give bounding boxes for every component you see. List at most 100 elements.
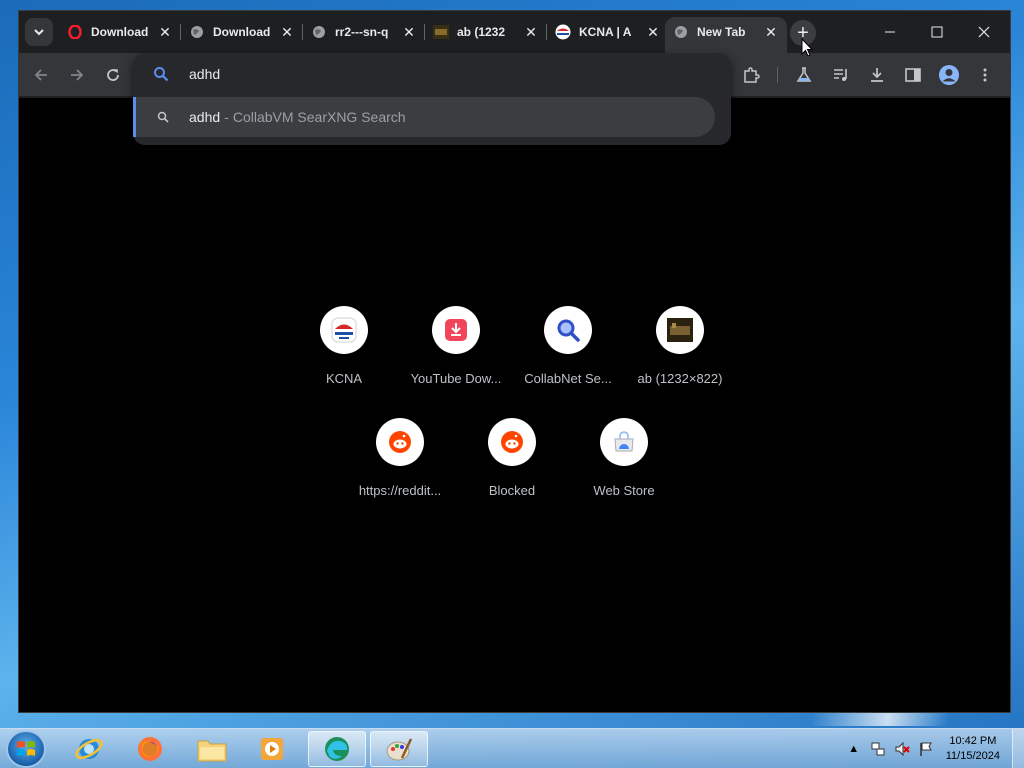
search-icon — [133, 66, 189, 82]
downloads-button[interactable] — [865, 63, 889, 87]
minimize-button[interactable] — [867, 21, 913, 43]
shortcut-youtube-downloader[interactable]: YouTube Dow... — [400, 302, 512, 402]
shortcut-ab-image[interactable]: ab (1232×822) — [624, 302, 736, 402]
shortcut-label: CollabNet Se... — [524, 371, 612, 386]
taskbar-clock[interactable]: 10:42 PM 11/15/2024 — [946, 734, 1000, 764]
side-panel-button[interactable] — [901, 63, 925, 87]
shortcut-collabnet-search[interactable]: CollabNet Se... — [512, 302, 624, 402]
media-player-icon — [261, 738, 283, 760]
download-icon — [871, 68, 883, 82]
chevron-down-icon — [34, 29, 44, 36]
tab-title: Download — [213, 25, 271, 39]
reload-icon — [107, 69, 119, 81]
download-icon — [445, 319, 467, 341]
shortcut-reddit[interactable]: https://reddit... — [344, 414, 456, 514]
tab-rr2[interactable]: rr2---sn-q ✕ — [303, 17, 425, 47]
tab-download-1[interactable]: Download ✕ — [59, 17, 181, 47]
menu-button[interactable] — [973, 63, 997, 87]
taskbar: ▲ 10:42 PM 11/15/2024 — [0, 728, 1024, 768]
omnibox-dropdown: adhd adhd - CollabVM SearXNG Search — [133, 53, 731, 145]
avatar-icon — [939, 65, 959, 85]
shortcut-label: YouTube Dow... — [410, 371, 502, 386]
start-button[interactable] — [6, 730, 46, 768]
tab-new-tab[interactable]: New Tab ✕ — [665, 17, 787, 53]
volume-muted-icon[interactable] — [893, 740, 911, 758]
shortcut-icon-wrapper — [432, 306, 480, 354]
action-center-flag-icon[interactable] — [917, 740, 935, 758]
close-icon[interactable]: ✕ — [279, 24, 295, 41]
shortcut-label: KCNA — [325, 371, 363, 386]
tab-download-2[interactable]: Download ✕ — [181, 17, 303, 47]
tab-kcna[interactable]: KCNA | A ✕ — [547, 17, 669, 47]
suggestion-query: adhd — [189, 109, 221, 125]
taskbar-internet-explorer[interactable] — [60, 731, 118, 767]
labs-button[interactable] — [792, 63, 816, 87]
search-icon — [557, 319, 580, 342]
taskbar-media-player[interactable] — [243, 731, 301, 767]
shortcut-blocked[interactable]: Blocked — [456, 414, 568, 514]
reddit-icon — [389, 431, 411, 453]
back-button[interactable] — [29, 63, 53, 87]
shortcut-kcna[interactable]: KCNA — [288, 302, 400, 402]
firefox-icon — [138, 737, 162, 761]
close-icon[interactable]: ✕ — [401, 24, 417, 41]
media-control-button[interactable] — [829, 63, 853, 87]
arrow-right-icon — [71, 69, 84, 81]
shortcut-label: https://reddit... — [358, 483, 442, 498]
profile-button[interactable] — [937, 63, 961, 87]
taskbar-paint[interactable] — [370, 731, 428, 767]
globe-icon — [673, 24, 689, 40]
omnibox-suggestion[interactable]: adhd - CollabVM SearXNG Search — [133, 97, 715, 137]
suggestion-engine: CollabVM SearXNG Search — [232, 109, 406, 125]
shortcut-icon-wrapper — [488, 418, 536, 466]
paint-icon — [386, 738, 413, 761]
extensions-button[interactable] — [739, 63, 763, 87]
search-icon — [136, 111, 189, 123]
shortcut-icon-wrapper — [544, 306, 592, 354]
network-icon[interactable] — [869, 740, 887, 758]
omnibox-input[interactable]: adhd — [189, 66, 220, 82]
globe-icon — [311, 24, 327, 40]
file-explorer-icon — [197, 740, 227, 762]
close-icon[interactable]: ✕ — [157, 24, 173, 41]
shortcut-icon-wrapper — [656, 306, 704, 354]
close-window-button[interactable] — [961, 21, 1007, 43]
music-queue-icon — [834, 69, 847, 81]
reddit-icon — [501, 431, 523, 453]
taskbar-firefox[interactable] — [121, 731, 179, 767]
internet-explorer-icon — [75, 739, 103, 759]
toolbar-divider — [777, 67, 778, 83]
tab-search-button[interactable] — [25, 18, 53, 46]
flask-icon — [796, 67, 812, 82]
arrow-left-icon — [34, 69, 47, 81]
taskbar-file-explorer[interactable] — [183, 731, 241, 767]
new-tab-page: KCNA YouTube Dow... CollabNet Se... ab (… — [19, 98, 1010, 712]
show-hidden-icons-button[interactable]: ▲ — [845, 740, 863, 758]
kcna-icon — [555, 24, 571, 40]
tab-title: Download — [91, 25, 149, 39]
tab-ab-image[interactable]: ab (1232 ✕ — [425, 17, 547, 47]
close-icon — [978, 26, 990, 38]
shortcut-web-store[interactable]: Web Store — [568, 414, 680, 514]
suggestion-separator: - — [224, 109, 229, 125]
mouse-cursor-icon — [801, 38, 813, 57]
reload-button[interactable] — [101, 63, 125, 87]
shortcut-label: ab (1232×822) — [637, 371, 723, 386]
edge-icon — [325, 737, 349, 761]
forward-button[interactable] — [65, 63, 89, 87]
close-icon[interactable]: ✕ — [523, 24, 539, 41]
clock-date: 11/15/2024 — [945, 750, 1000, 762]
tab-title: New Tab — [697, 25, 746, 39]
opera-icon — [67, 24, 83, 40]
close-icon[interactable]: ✕ — [645, 24, 661, 41]
tab-strip: Download ✕ Download ✕ rr2---sn-q ✕ ab (1… — [19, 11, 1010, 53]
tab-title: ab (1232 — [457, 25, 506, 39]
puzzle-icon — [744, 67, 760, 83]
kcna-icon — [331, 317, 357, 343]
maximize-button[interactable] — [914, 21, 960, 43]
omnibox-input-row[interactable]: adhd — [133, 53, 731, 95]
close-icon[interactable]: ✕ — [763, 24, 779, 41]
globe-icon — [189, 24, 205, 40]
taskbar-edge[interactable] — [308, 731, 366, 767]
show-desktop-button[interactable] — [1012, 729, 1024, 768]
